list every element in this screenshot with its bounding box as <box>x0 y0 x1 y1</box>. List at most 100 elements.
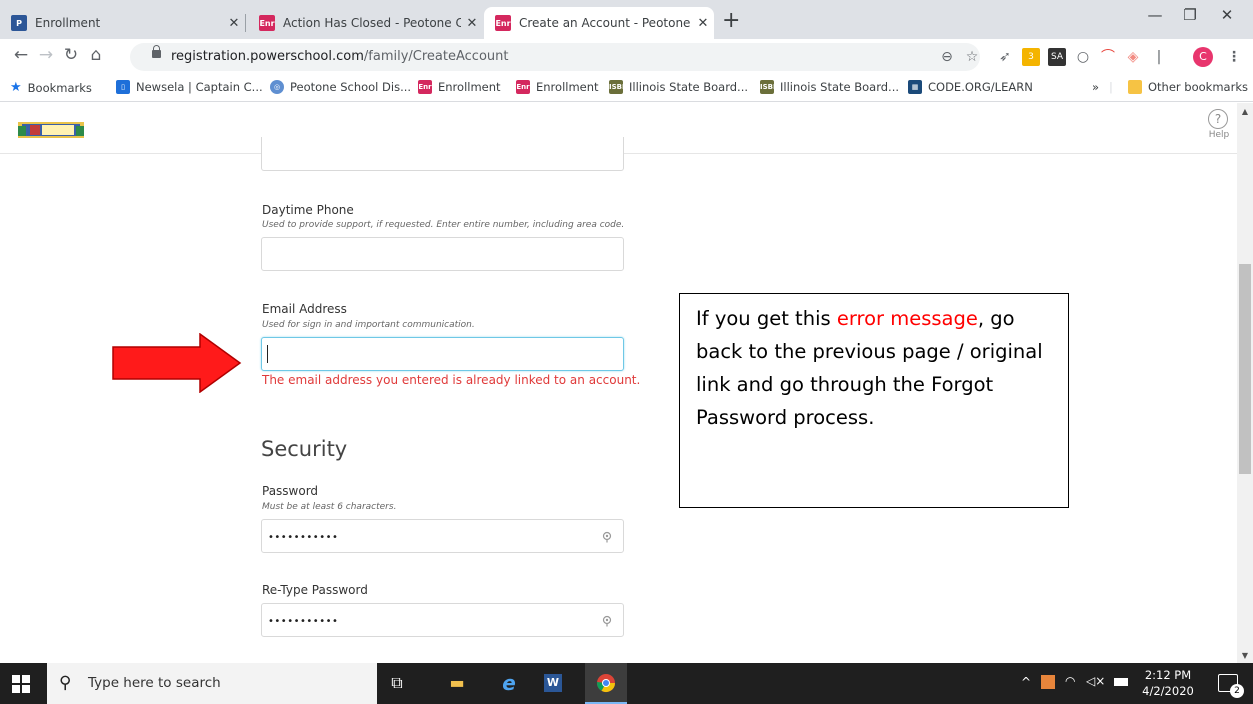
tab-create-account[interactable]: Enr Create an Account - Peotone Con ✕ <box>484 7 714 39</box>
enr-favicon-icon: Enr <box>495 15 511 31</box>
email-address-hint: Used for sign in and important communica… <box>262 320 475 330</box>
window-close-icon[interactable]: ✕ <box>1212 6 1242 24</box>
tab-enrollment[interactable]: P Enrollment ✕ <box>0 7 245 39</box>
tab-divider <box>245 14 246 32</box>
restore-icon[interactable]: ❐ <box>1175 6 1205 24</box>
scroll-up-icon[interactable]: ▲ <box>1237 107 1253 116</box>
enr-icon: Enr <box>418 80 432 94</box>
browser-toolbar: ← → ↻ ⌂ registration.powerschool.com/fam… <box>0 39 1253 74</box>
star-icon: ★ <box>10 80 22 95</box>
password-label: Password <box>262 484 319 498</box>
help-icon: ? <box>1208 109 1228 129</box>
internet-explorer-icon[interactable]: e <box>497 671 521 695</box>
bookmark-peotone[interactable]: ◎ Peotone School Dis... <box>270 80 411 94</box>
password-input[interactable]: ••••••••••• <box>261 519 624 553</box>
zoom-icon[interactable]: ⊖ <box>938 48 956 66</box>
diamond-extension-icon[interactable]: ◈ <box>1124 48 1142 66</box>
menu-kebab-icon[interactable]: ⋮ <box>1225 48 1243 66</box>
scroll-down-icon[interactable]: ▼ <box>1237 651 1253 660</box>
rocket-extension-icon[interactable]: ➶ <box>996 48 1014 66</box>
bookmark-enrollment-1[interactable]: Enr Enrollment <box>418 80 501 94</box>
bookmarks-divider: | <box>1109 80 1113 94</box>
bookmark-enrollment-2[interactable]: Enr Enrollment <box>516 80 599 94</box>
tab-close-icon[interactable]: ✕ <box>692 16 714 31</box>
address-bar[interactable]: registration.powerschool.com/family/Crea… <box>130 43 980 71</box>
notification-count-badge: 2 <box>1230 684 1244 698</box>
help-label: Help <box>1208 130 1230 140</box>
task-view-icon[interactable]: ⧉ <box>385 671 409 695</box>
tab-action-has-closed[interactable]: Enr Action Has Closed - Peotone Con ✕ <box>247 7 483 39</box>
file-explorer-icon[interactable]: ▬ <box>445 671 469 695</box>
chrome-icon <box>597 674 615 693</box>
forward-icon[interactable]: → <box>35 45 57 65</box>
password-hint: Must be at least 6 characters. <box>262 502 397 512</box>
bookmark-other[interactable]: Other bookmarks <box>1128 80 1248 94</box>
retype-password-masked-value: ••••••••••• <box>268 616 339 627</box>
email-address-label: Email Address <box>262 302 347 316</box>
bookmark-star-icon[interactable]: ☆ <box>963 48 981 66</box>
sa-extension-icon[interactable]: SA <box>1048 48 1066 66</box>
tab-close-icon[interactable]: ✕ <box>223 16 245 31</box>
daytime-phone-hint: Used to provide support, if requested. E… <box>262 220 625 230</box>
arc-extension-icon[interactable]: ⌒ <box>1099 48 1117 66</box>
bookmark-bookmarks[interactable]: ★ Bookmarks <box>10 80 92 95</box>
tray-app-icon[interactable] <box>1041 675 1055 689</box>
tray-chevron-up-icon[interactable]: ^ <box>1021 675 1031 689</box>
peotone-logo <box>18 122 84 138</box>
action-center-icon[interactable]: 2 <box>1218 674 1244 698</box>
reload-icon[interactable]: ↻ <box>60 45 82 65</box>
previous-field-input[interactable] <box>261 137 624 171</box>
extension-badge-icon[interactable]: 3 <box>1022 48 1040 66</box>
powerschool-favicon-icon: P <box>11 15 27 31</box>
bookmarks-overflow-icon[interactable]: » <box>1092 80 1099 94</box>
bookmark-codeorg[interactable]: ▦ CODE.ORG/LEARN <box>908 80 1033 94</box>
email-address-input[interactable] <box>261 337 624 371</box>
enr-icon: Enr <box>516 80 530 94</box>
browser-tab-strip: P Enrollment ✕ Enr Action Has Closed - P… <box>0 0 1253 39</box>
newsela-icon: ▯ <box>116 80 130 94</box>
word-icon[interactable]: W <box>544 674 562 692</box>
password-key-icon[interactable] <box>601 531 613 543</box>
bookmark-newsela[interactable]: ▯ Newsela | Captain C... <box>116 80 263 94</box>
profile-avatar[interactable]: C <box>1193 47 1213 67</box>
taskbar-search-box[interactable]: ⚲ Type here to search <box>47 663 377 704</box>
url-text: registration.powerschool.com/family/Crea… <box>171 49 509 64</box>
bookmark-isbe-2[interactable]: ISBE Illinois State Board... <box>760 80 899 94</box>
codeorg-icon: ▦ <box>908 80 922 94</box>
scrollbar-thumb[interactable] <box>1239 264 1251 474</box>
home-icon[interactable]: ⌂ <box>85 45 107 65</box>
chrome-taskbar-button[interactable] <box>585 663 627 704</box>
instruction-callout: If you get this error message, go back t… <box>679 293 1069 508</box>
retype-password-label: Re-Type Password <box>262 583 368 597</box>
peotone-icon: ◎ <box>270 80 284 94</box>
isbe-icon: ISBE <box>609 80 627 94</box>
search-icon: ⚲ <box>59 673 72 693</box>
help-button[interactable]: ? Help <box>1208 109 1230 140</box>
windows-start-icon[interactable] <box>12 675 30 693</box>
retype-password-input[interactable]: ••••••••••• <box>261 603 624 637</box>
enr-favicon-icon: Enr <box>259 15 275 31</box>
red-arrow-annotation <box>112 333 242 393</box>
new-tab-button[interactable]: + <box>722 9 740 33</box>
password-masked-value: ••••••••••• <box>268 532 339 543</box>
minimize-icon[interactable]: — <box>1140 6 1170 24</box>
tab-close-icon[interactable]: ✕ <box>461 16 483 31</box>
wifi-icon[interactable]: ◠ <box>1065 674 1075 688</box>
bookmarks-bar: ★ Bookmarks ▯ Newsela | Captain C... ◎ P… <box>0 74 1253 102</box>
tab-title: Enrollment <box>35 16 101 30</box>
bookmark-isbe-1[interactable]: ISBE Illinois State Board... <box>609 80 748 94</box>
windows-taskbar: ⚲ Type here to search ⧉ ▬ e W ^ ◠ ◁× 2:1… <box>0 663 1253 704</box>
clock-date: 4/2/2020 <box>1142 684 1194 698</box>
email-error-message: The email address you entered is already… <box>262 373 641 387</box>
callout-error-highlight: error message <box>836 307 978 330</box>
password-key-icon[interactable] <box>601 615 613 627</box>
daytime-phone-input[interactable] <box>261 237 624 271</box>
back-icon[interactable]: ← <box>10 45 32 65</box>
isbe-icon: ISBE <box>760 80 778 94</box>
taskbar-clock[interactable]: 2:12 PM 4/2/2020 <box>1137 667 1199 699</box>
volume-muted-icon[interactable]: ◁× <box>1086 674 1105 688</box>
circle-extension-icon[interactable]: ○ <box>1074 48 1092 66</box>
text-cursor <box>267 345 268 363</box>
page-scrollbar[interactable]: ▲ ▼ <box>1237 103 1253 663</box>
battery-icon[interactable] <box>1114 678 1128 686</box>
